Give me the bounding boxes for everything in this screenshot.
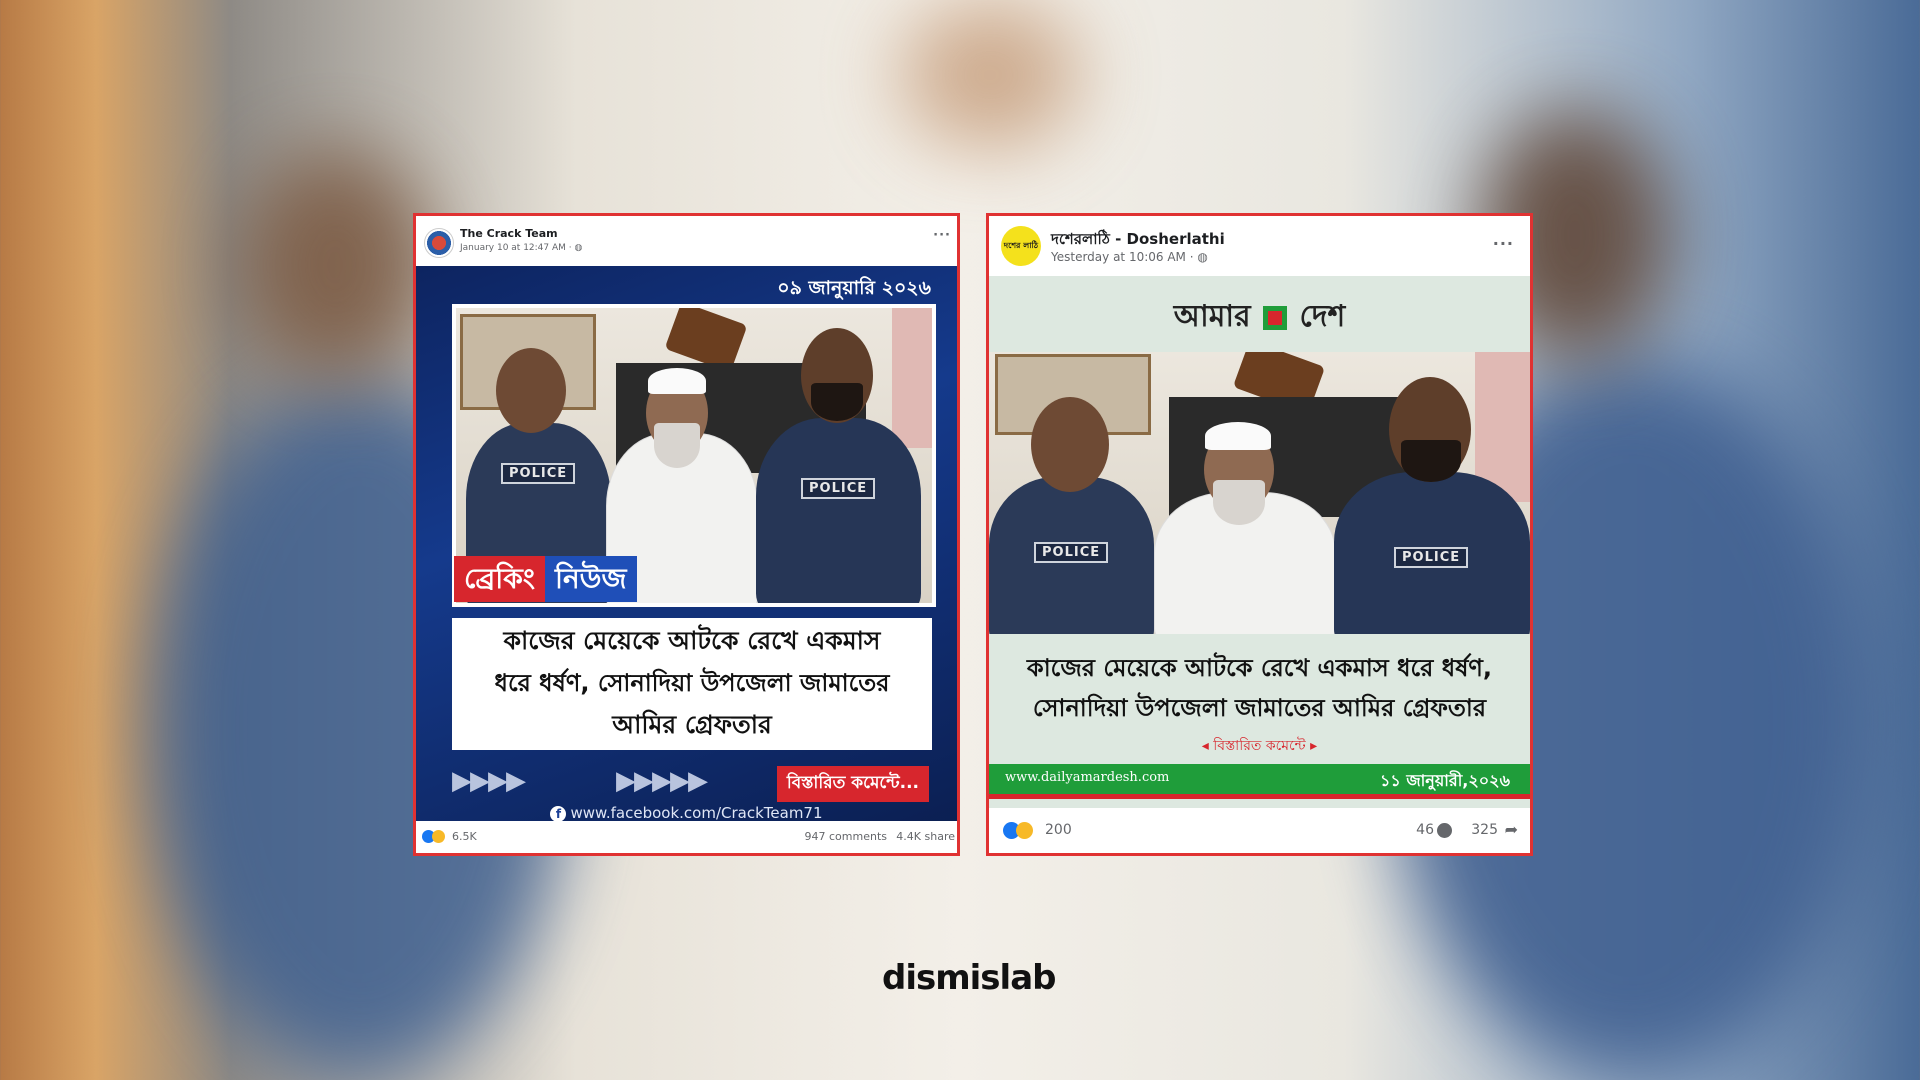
- timestamp-text: January 10 at 12:47 AM ·: [460, 243, 575, 253]
- officer-left-head: [1031, 397, 1109, 492]
- shares-count[interactable]: 325: [1471, 822, 1498, 838]
- officer-right-beard: [811, 383, 863, 421]
- post-header: দশের লাঠি দশেরলাঠি - Dosherlathi Yesterd…: [989, 216, 1530, 276]
- officer-left-head: [496, 348, 566, 433]
- post-engagement-bar: 200 46 325 ➦: [989, 808, 1530, 853]
- shares-count[interactable]: 4.4K share: [896, 830, 955, 843]
- date-label: ১১ জানুয়ারী,২০২৬: [1380, 771, 1510, 790]
- post-image[interactable]: ০৯ জানুয়ারি ২০২৬ POLICE POLICE ব্রেকিং …: [416, 266, 957, 826]
- headline-box: কাজের মেয়েকে আটকে রেখে একমাস ধরে ধর্ষণ,…: [452, 618, 932, 750]
- post-timestamp[interactable]: Yesterday at 10:06 AM · ◍: [1051, 250, 1208, 264]
- haha-reaction-icon[interactable]: [1016, 822, 1033, 839]
- arrest-photo: POLICE POLICE: [989, 352, 1530, 634]
- headline-line-3: আমির গ্রেফতার: [612, 710, 772, 739]
- suspect-beard: [654, 423, 700, 468]
- amar-desh-logo: আমার দেশ: [989, 292, 1530, 343]
- share-icon[interactable]: ➦: [1505, 820, 1518, 839]
- details-button[interactable]: বিস্তারিত কমেন্টে...: [776, 766, 929, 802]
- breaking-label: ব্রেকিং: [454, 556, 545, 602]
- comment-icon[interactable]: [1437, 823, 1452, 838]
- news-label: নিউজ: [544, 556, 637, 602]
- brand-left-text: আমার: [1173, 299, 1251, 334]
- more-options-icon[interactable]: ···: [933, 228, 951, 243]
- post-engagement-bar: 6.5K 947 comments 4.4K share: [416, 821, 957, 853]
- details-link-text: বিস্তারিত কমেন্টে: [1213, 738, 1306, 754]
- flag-icon: [1263, 305, 1288, 330]
- page-avatar[interactable]: [424, 228, 454, 258]
- brand-right-text: দেশ: [1299, 299, 1346, 334]
- page-avatar[interactable]: দশের লাঠি: [1001, 226, 1041, 266]
- arrow-decoration-left: ▶▶▶▶: [452, 766, 526, 796]
- facebook-icon: f: [550, 806, 567, 822]
- facebook-url-text: www.facebook.com/CrackTeam71: [570, 804, 823, 822]
- reactions-count[interactable]: 6.5K: [452, 830, 477, 843]
- headline: কাজের মেয়েকে আটকে রেখে একমাস ধরে ধর্ষণ,…: [989, 648, 1530, 728]
- wall-poster: [892, 308, 932, 448]
- background-blur-head-left: [240, 150, 430, 380]
- timestamp-text: Yesterday at 10:06 AM ·: [1051, 250, 1198, 264]
- haha-reaction-icon[interactable]: [432, 830, 445, 843]
- headline-line-2: সোনাদিয়া উপজেলা জামাতের আমির গ্রেফতার: [1032, 694, 1487, 722]
- green-footer-bar: www.dailyamardesh.com ১১ জানুয়ারী,২০২৬: [989, 764, 1530, 799]
- vest-label-left: POLICE: [1034, 542, 1109, 563]
- comments-count[interactable]: 46: [1416, 822, 1434, 838]
- post-timestamp[interactable]: January 10 at 12:47 AM · ◍: [460, 243, 582, 253]
- facebook-post-crack-team: The Crack Team January 10 at 12:47 AM · …: [413, 213, 960, 856]
- officer-right-beard: [1401, 440, 1461, 482]
- post-image[interactable]: আমার দেশ POLICE POLICE কাজের মেয়েকে আটক…: [989, 276, 1530, 811]
- suspect-cap: [648, 368, 706, 394]
- post-header: The Crack Team January 10 at 12:47 AM · …: [416, 216, 957, 266]
- facebook-url[interactable]: f www.facebook.com/CrackTeam71: [416, 804, 957, 822]
- breaking-news-badge: ব্রেকিং নিউজ: [454, 556, 637, 602]
- reactions-count[interactable]: 200: [1045, 822, 1072, 838]
- headline-line-1: কাজের মেয়েকে আটকে রেখে একমাস ধরে ধর্ষণ,: [1026, 654, 1493, 682]
- site-url: www.dailyamardesh.com: [1005, 770, 1170, 785]
- details-link[interactable]: ◂ বিস্তারিত কমেন্টে ▸: [989, 734, 1530, 758]
- more-options-icon[interactable]: ···: [1493, 234, 1514, 253]
- background-blur-center: [900, 0, 1080, 150]
- vest-label-right: POLICE: [801, 478, 876, 499]
- comments-count[interactable]: 947 comments: [805, 830, 887, 843]
- suspect-cap: [1205, 422, 1271, 450]
- facebook-post-dosherlathi: দশের লাঠি দশেরলাঠি - Dosherlathi Yesterd…: [986, 213, 1533, 856]
- dismislab-logo: dismislab: [882, 958, 1056, 998]
- vest-label-right: POLICE: [1394, 547, 1469, 568]
- page-name[interactable]: The Crack Team: [460, 227, 558, 240]
- arrow-decoration-right: ▶▶▶▶▶: [616, 766, 708, 796]
- officer-right-body: [756, 418, 921, 603]
- headline-line-2: ধরে ধর্ষণ, সোনাদিয়া উপজেলা জামাতের: [494, 669, 890, 697]
- headline-line-1: কাজের মেয়েকে আটকে রেখে একমাস: [503, 626, 881, 655]
- caret-left-icon: ◂: [1201, 738, 1209, 754]
- date-label: ০৯ জানুয়ারি ২০২৬: [777, 277, 931, 299]
- globe-icon: ◍: [574, 243, 583, 253]
- globe-icon: ◍: [1197, 250, 1208, 264]
- suspect-beard: [1213, 480, 1265, 525]
- vest-label-left: POLICE: [501, 463, 576, 484]
- caret-right-icon: ▸: [1310, 738, 1318, 754]
